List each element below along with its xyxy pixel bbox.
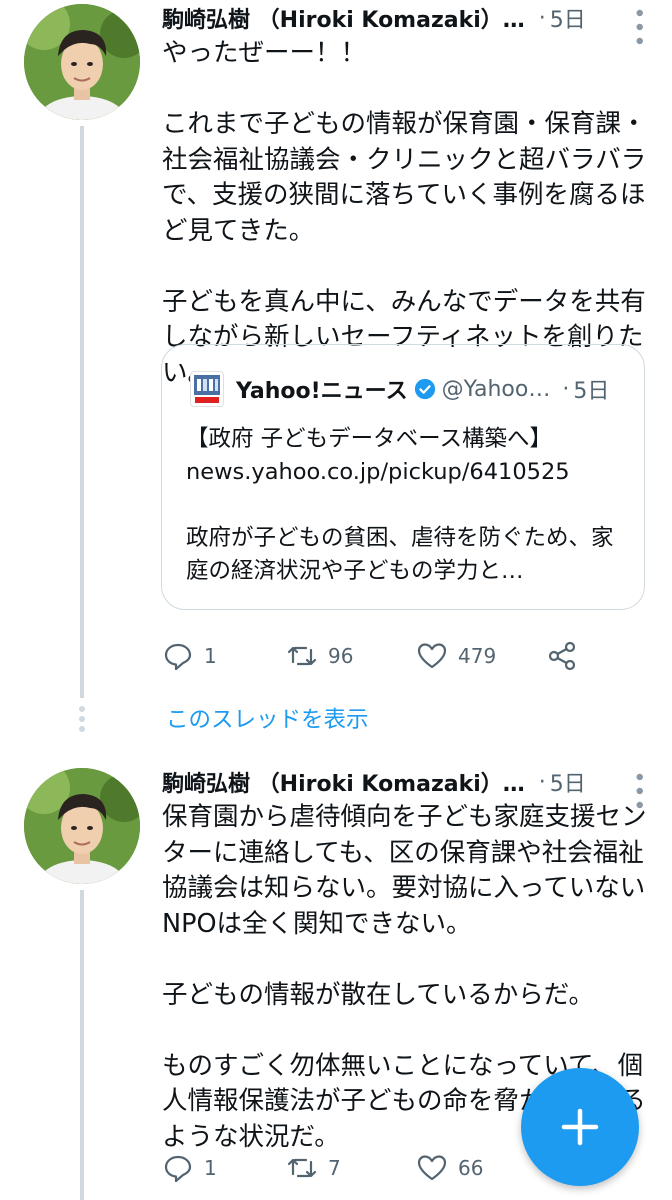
show-thread-link[interactable]: このスレッドを表示 (166, 702, 369, 734)
thread-line (80, 126, 84, 698)
quoted-header: Yahoo!ニュース @Yahoo… · 5日 (190, 371, 609, 407)
author-name[interactable]: 駒崎弘樹 （Hiroki Komazaki）… (162, 2, 525, 34)
reply-icon (164, 643, 192, 671)
separator: · (562, 376, 570, 402)
retweet-count: 96 (328, 644, 354, 668)
retweet-icon (287, 1158, 317, 1178)
quoted-source-name[interactable]: Yahoo!ニュース (236, 373, 408, 405)
tweet-text: やったぜーー！！ これまで子どもの情報が保育園・保育課・社会福祉協議会・クリニッ… (162, 38, 647, 388)
verified-icon (414, 378, 435, 400)
quoted-tweet[interactable]: Yahoo!ニュース @Yahoo… · 5日 【政府 子どもデータベース構築へ… (161, 344, 645, 610)
avatar[interactable] (24, 4, 140, 120)
thread-line (80, 890, 84, 1200)
retweet-button[interactable]: 7 (286, 1148, 341, 1188)
like-button[interactable]: 66 (416, 1148, 483, 1188)
like-icon (417, 1155, 447, 1181)
avatar[interactable] (24, 768, 140, 884)
retweet-icon (287, 646, 317, 666)
compose-button[interactable] (521, 1068, 639, 1186)
more-icon[interactable]: ••• (626, 770, 651, 812)
more-icon[interactable]: ••• (626, 6, 651, 48)
share-icon (548, 641, 576, 671)
reply-icon (164, 1155, 192, 1183)
like-count: 66 (458, 1156, 484, 1180)
tweet-actions: 1 96 479 (162, 636, 622, 676)
reply-button[interactable]: 1 (162, 636, 217, 676)
tweet-header: 駒崎弘樹 （Hiroki Komazaki）… · 5日 ••• (162, 0, 651, 48)
quoted-timestamp[interactable]: 5日 (573, 373, 609, 405)
timestamp[interactable]: 5日 (550, 2, 586, 34)
tweet-1[interactable]: 駒崎弘樹 （Hiroki Komazaki）… · 5日 ••• やったぜーー！… (0, 0, 672, 698)
like-icon (417, 643, 447, 669)
reply-button[interactable]: 1 (162, 1148, 217, 1188)
reply-count: 1 (204, 1156, 217, 1180)
compose-plus-icon (561, 1108, 599, 1146)
quoted-handle[interactable]: @Yahoo… (442, 377, 551, 402)
yahoo-news-logo (190, 371, 224, 407)
like-button[interactable]: 479 (416, 636, 496, 676)
reply-count: 1 (204, 644, 217, 668)
quoted-text: 【政府 子どもデータベース構築へ】 news.yahoo.co.jp/picku… (186, 426, 614, 584)
share-button[interactable] (546, 636, 588, 676)
author-name[interactable]: 駒崎弘樹 （Hiroki Komazaki）… (162, 766, 525, 798)
separator: · (538, 769, 546, 795)
retweet-button[interactable]: 96 (286, 636, 353, 676)
timestamp[interactable]: 5日 (550, 766, 586, 798)
tweet-header: 駒崎弘樹 （Hiroki Komazaki）… · 5日 ••• (162, 764, 651, 812)
like-count: 479 (458, 644, 497, 668)
separator: · (538, 5, 546, 31)
retweet-count: 7 (328, 1156, 341, 1180)
thread-dots (77, 706, 87, 736)
